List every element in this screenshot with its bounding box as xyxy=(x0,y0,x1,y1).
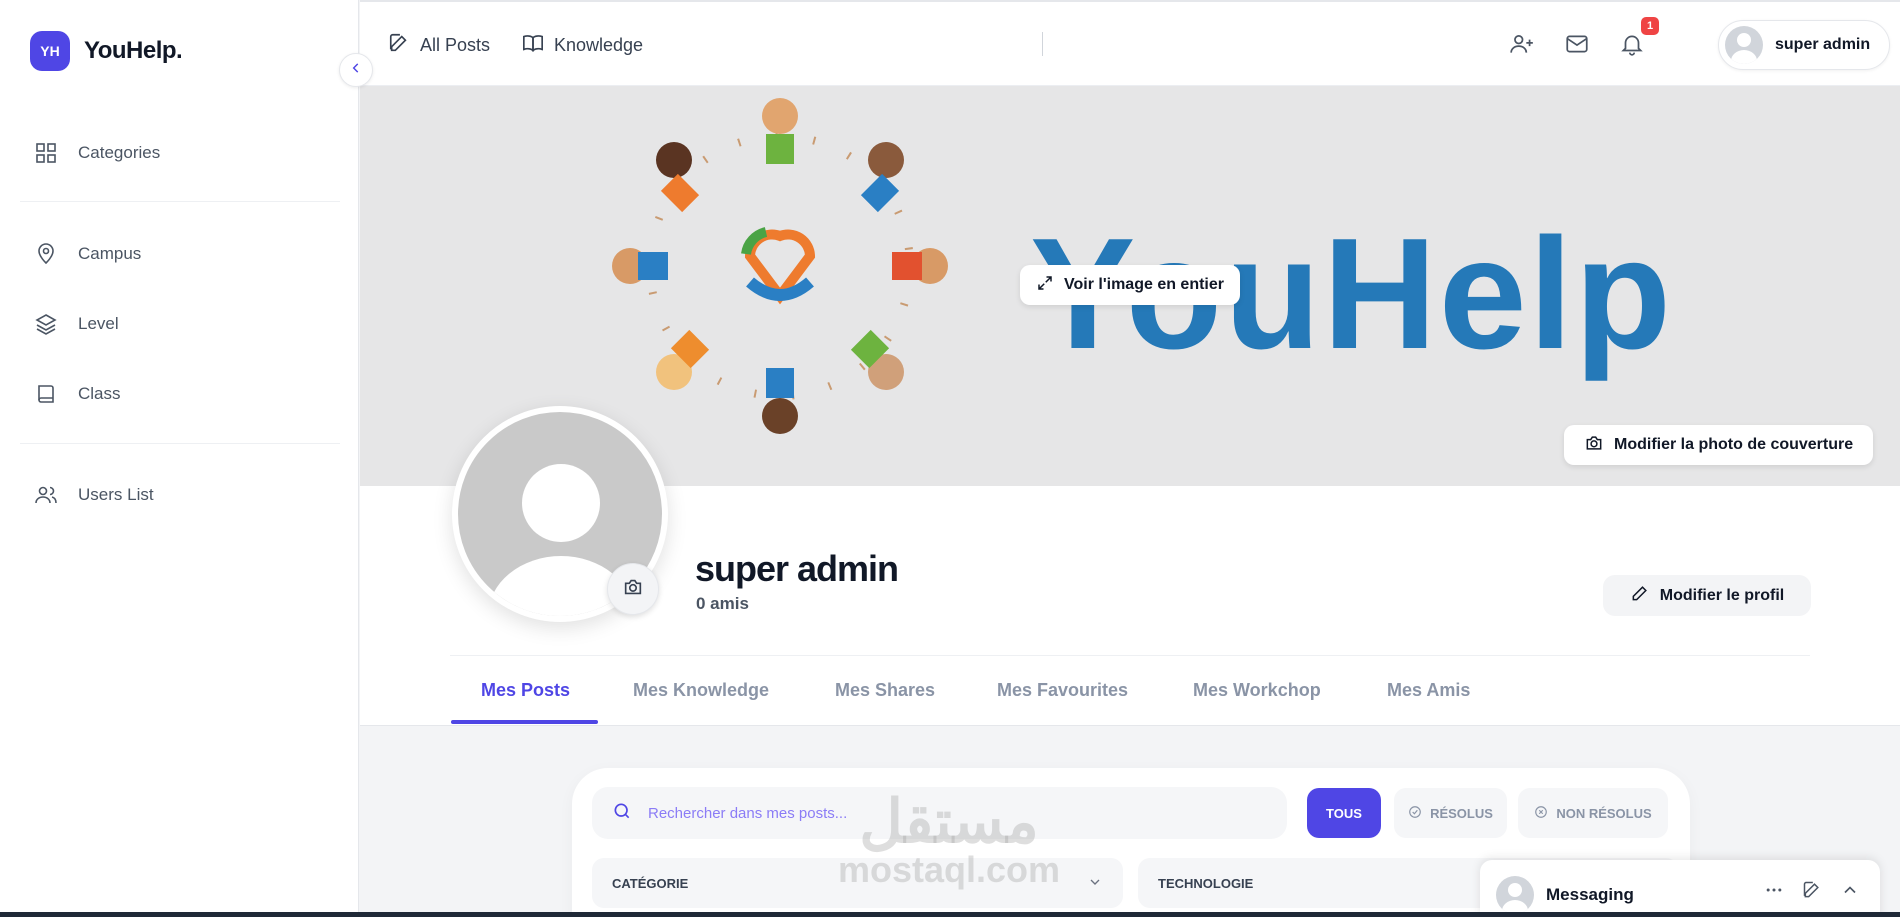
search-field[interactable] xyxy=(592,787,1287,839)
topbar: All Posts Knowledge xyxy=(360,0,1900,86)
nav-all-posts-label: All Posts xyxy=(420,35,491,55)
tab-mes-amis[interactable]: Mes Amis xyxy=(1387,680,1470,701)
messages-button[interactable] xyxy=(1562,31,1592,61)
search-icon xyxy=(612,801,632,826)
tab-mes-workchop[interactable]: Mes Workchop xyxy=(1193,680,1321,701)
tab-mes-favourites[interactable]: Mes Favourites xyxy=(997,680,1128,701)
chevron-down-icon xyxy=(1087,874,1103,893)
edit-cover-label: Modifier la photo de couverture xyxy=(1614,436,1854,453)
grid-icon xyxy=(34,141,58,165)
notification-count-badge: 1 xyxy=(1641,17,1659,35)
brand-logo-badge: YH xyxy=(30,31,70,71)
change-avatar-button[interactable] xyxy=(607,563,659,615)
check-circle-icon xyxy=(1408,805,1422,822)
sidebar-item-label: Campus xyxy=(78,244,142,263)
mail-icon xyxy=(1564,31,1590,62)
nav-all-posts[interactable]: All Posts xyxy=(388,32,490,59)
sidebar-item-label: Users List xyxy=(78,485,154,504)
pencil-icon xyxy=(1630,583,1650,608)
messaging-label: Messaging xyxy=(1546,885,1634,904)
collapse-sidebar-button[interactable] xyxy=(339,53,373,87)
tabs-divider xyxy=(450,655,1810,656)
profile-name: super admin xyxy=(695,548,899,589)
active-tab-indicator xyxy=(451,720,598,724)
category-select[interactable]: CATÉGORIE xyxy=(592,858,1123,908)
avatar xyxy=(1496,876,1534,914)
users-icon xyxy=(34,483,58,507)
chevron-left-icon xyxy=(349,61,363,80)
sidebar-item-level[interactable]: Level xyxy=(34,304,119,344)
map-pin-icon xyxy=(34,242,58,266)
open-book-icon xyxy=(522,32,544,59)
edit-profile-label: Modifier le profil xyxy=(1659,586,1785,604)
sidebar-divider xyxy=(20,443,340,444)
edit-cover-button[interactable]: Modifier la photo de couverture xyxy=(1564,425,1874,465)
sidebar-item-users-list[interactable]: Users List xyxy=(34,475,154,515)
brand[interactable]: YH YouHelp. xyxy=(30,31,183,71)
filter-resolved-button[interactable]: RÉSOLUS xyxy=(1394,788,1507,838)
taskbar-edge xyxy=(0,912,1900,917)
nav-knowledge-label: Knowledge xyxy=(554,35,644,55)
avatar xyxy=(1725,26,1763,64)
x-circle-icon xyxy=(1534,805,1548,822)
camera-icon xyxy=(622,576,644,603)
topbar-separator xyxy=(1042,32,1043,56)
user-name: super admin xyxy=(1775,36,1871,53)
tab-mes-posts[interactable]: Mes Posts xyxy=(481,680,570,701)
add-friend-button[interactable] xyxy=(1507,31,1537,61)
sidebar-item-label: Categories xyxy=(78,143,161,162)
tab-mes-shares[interactable]: Mes Shares xyxy=(835,680,935,701)
edit-profile-button[interactable]: Modifier le profil xyxy=(1603,575,1811,616)
filter-unresolved-button[interactable]: NON RÉSOLUS xyxy=(1518,788,1668,838)
view-full-image-button[interactable]: Voir l'image en entier xyxy=(1020,265,1240,305)
category-select-label: CATÉGORIE xyxy=(612,875,689,891)
layers-icon xyxy=(34,312,58,336)
notifications-button[interactable] xyxy=(1617,31,1647,61)
search-input[interactable] xyxy=(648,804,1208,822)
camera-icon xyxy=(1584,433,1604,458)
user-plus-icon xyxy=(1509,31,1535,62)
filter-resolved-label: RÉSOLUS xyxy=(1430,805,1493,821)
sidebar-item-label: Class xyxy=(78,384,121,403)
more-icon[interactable] xyxy=(1764,880,1784,905)
technology-select-label: TECHNOLOGIE xyxy=(1158,875,1254,891)
compose-icon[interactable] xyxy=(1802,880,1822,905)
chevron-up-icon[interactable] xyxy=(1840,880,1860,905)
sidebar-item-class[interactable]: Class xyxy=(34,374,121,414)
bell-icon xyxy=(1619,31,1645,62)
people-circle-illustration xyxy=(612,98,948,434)
nav-knowledge[interactable]: Knowledge xyxy=(522,32,643,59)
book-icon xyxy=(34,382,58,406)
expand-icon xyxy=(1036,274,1054,297)
sidebar-item-categories[interactable]: Categories xyxy=(34,133,160,173)
messaging-panel[interactable]: Messaging xyxy=(1480,860,1880,917)
filter-unresolved-label: NON RÉSOLUS xyxy=(1556,805,1652,821)
sidebar-divider xyxy=(20,201,340,202)
filter-all-button[interactable]: TOUS xyxy=(1307,788,1381,838)
user-menu-button[interactable]: super admin xyxy=(1718,20,1890,70)
sidebar-item-campus[interactable]: Campus xyxy=(34,234,141,274)
edit-icon xyxy=(388,32,410,59)
sidebar-item-label: Level xyxy=(78,314,119,333)
sidebar: YH YouHelp. Categories Campus Level Clas… xyxy=(0,0,359,917)
view-full-image-label: Voir l'image en entier xyxy=(1064,276,1224,293)
tab-mes-knowledge[interactable]: Mes Knowledge xyxy=(633,680,769,701)
brand-name: YouHelp. xyxy=(84,37,183,64)
friends-count[interactable]: 0 amis xyxy=(696,594,749,614)
